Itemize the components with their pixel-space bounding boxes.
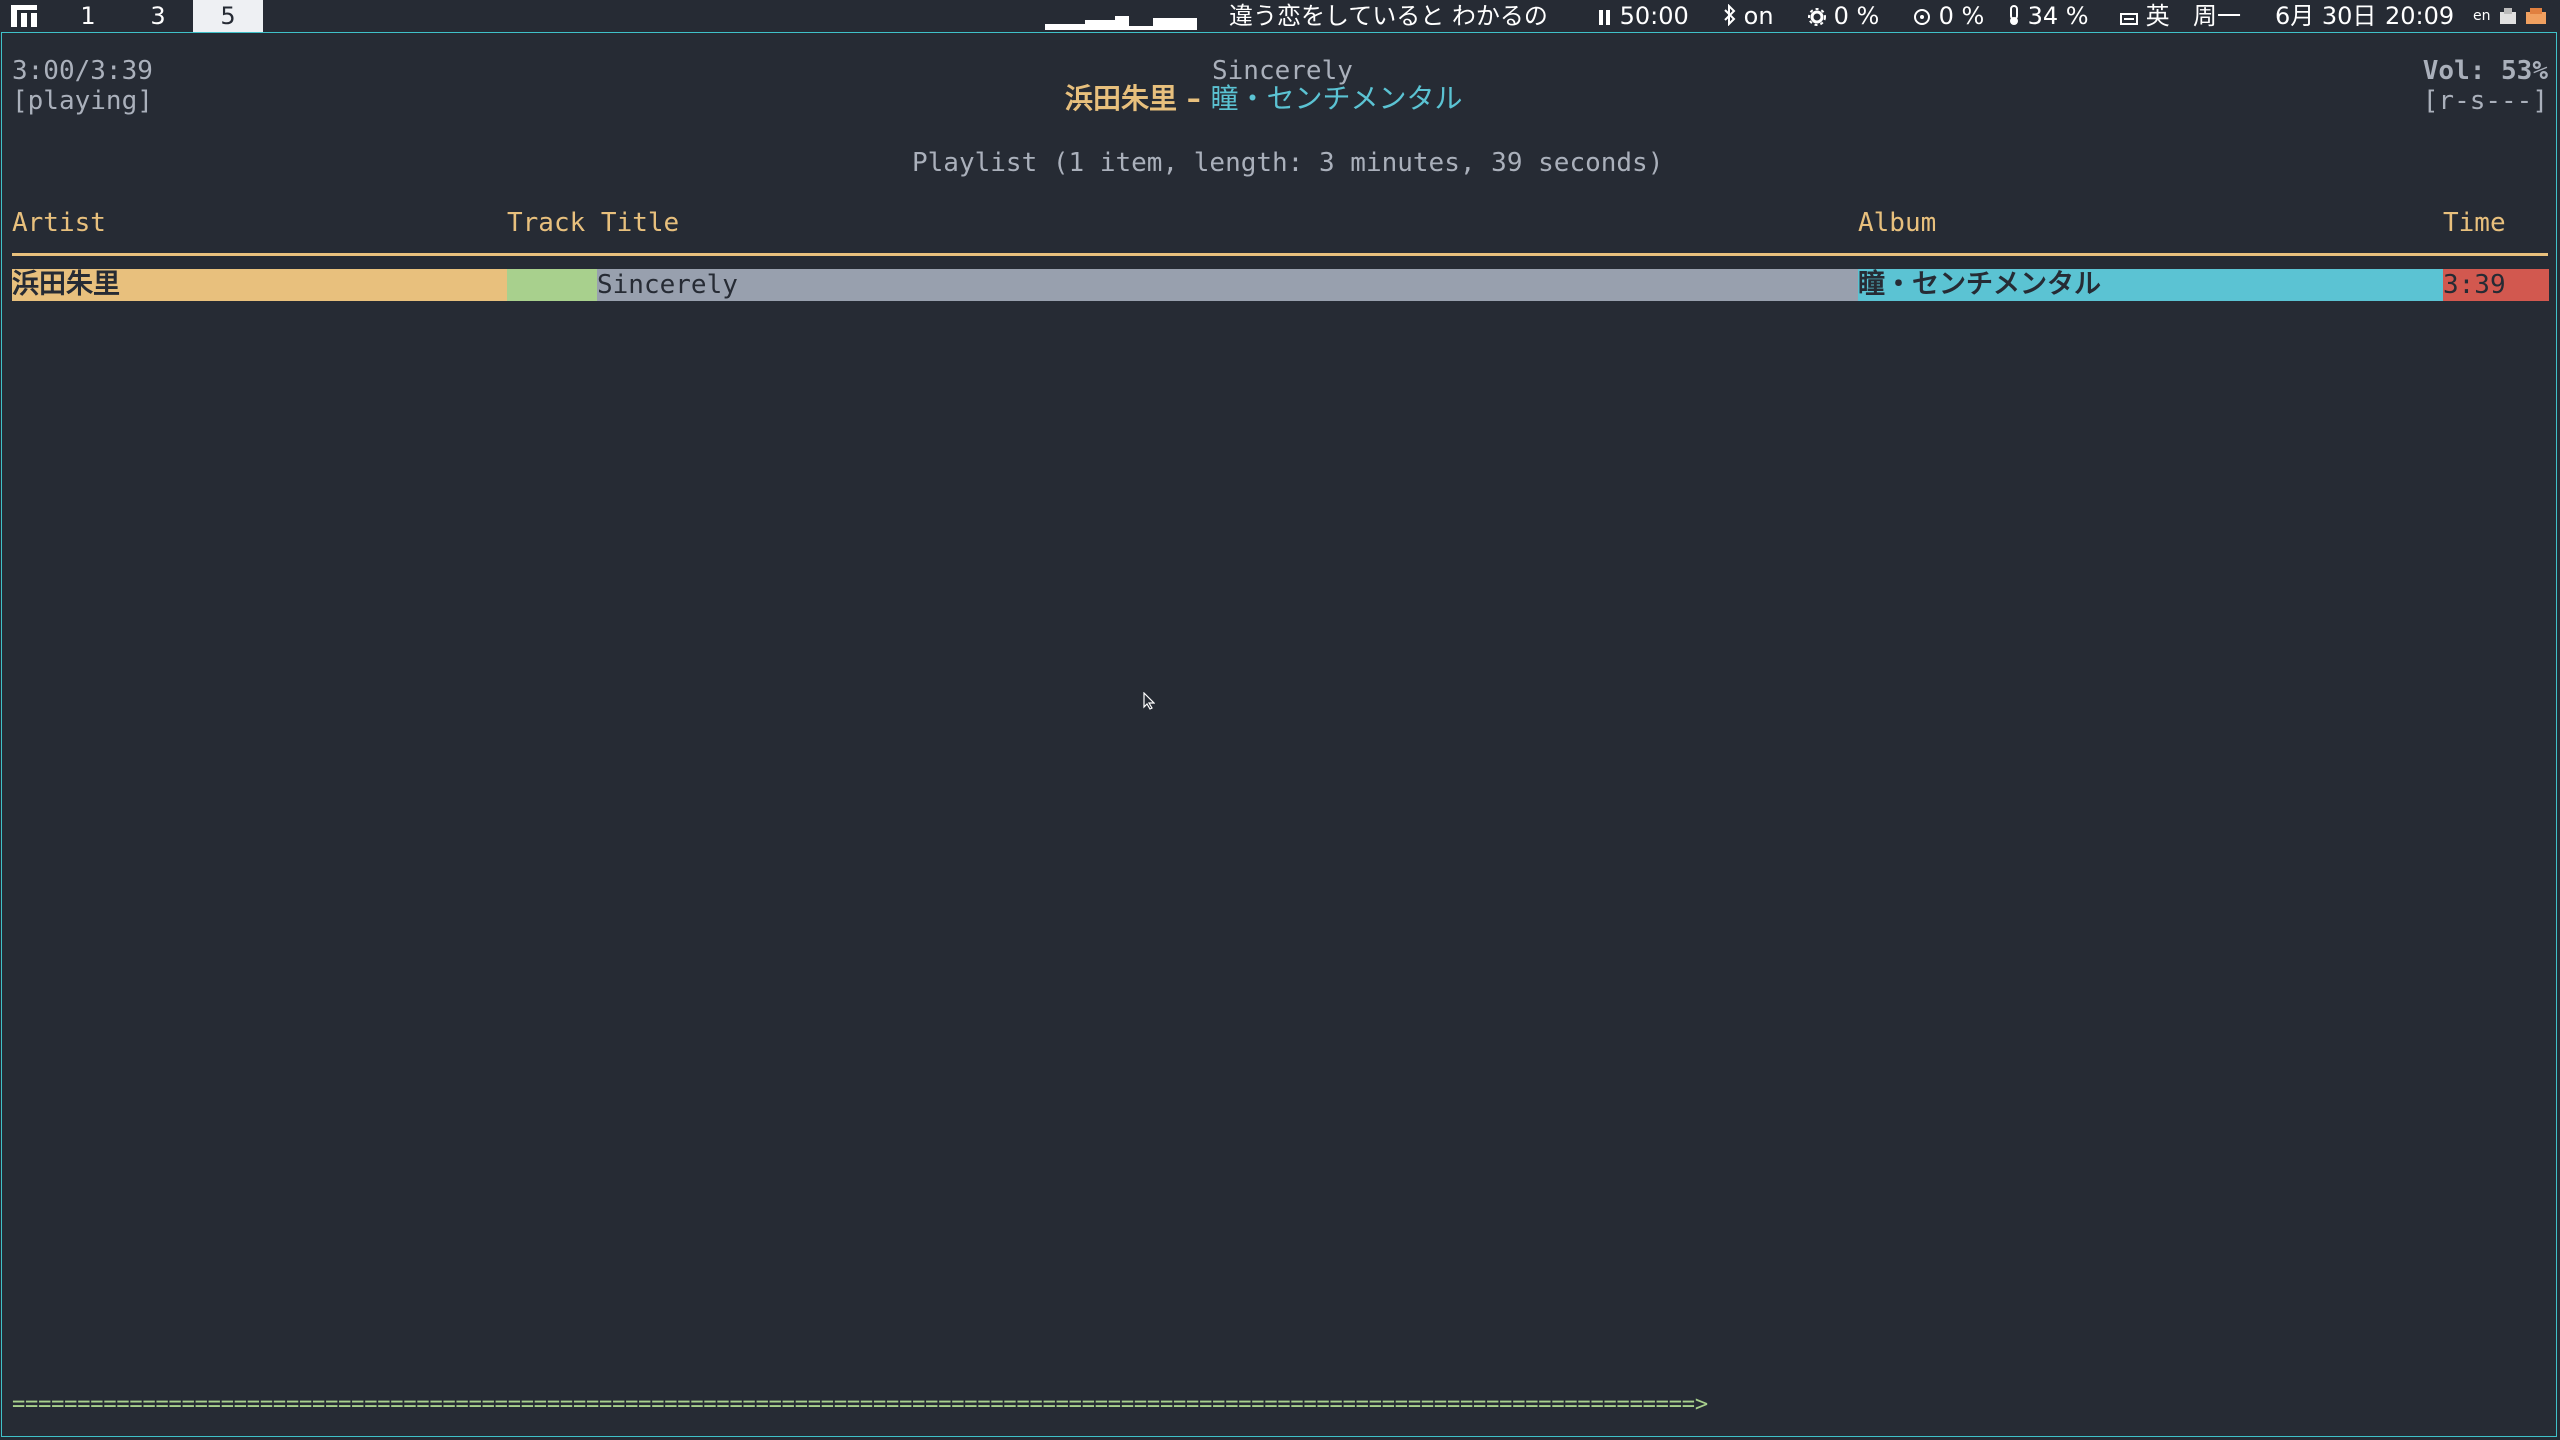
cpu-status: 0 %: [1808, 0, 1879, 32]
date[interactable]: 6月 30日: [2275, 0, 2376, 32]
weekday: 周一: [2193, 2, 2241, 30]
input-method[interactable]: 英: [2120, 0, 2170, 32]
row-artist: 浜田朱里: [12, 269, 507, 301]
column-header-artist[interactable]: Artist: [12, 207, 106, 239]
elapsed-time: 3:00/3:39: [12, 56, 153, 86]
cpu-value: 0 %: [1833, 2, 1880, 30]
status-bar: 1 3 5 違う恋をしていると わかるの 50:00 on 0 % 0 % 34…: [0, 0, 2560, 32]
tray-icon[interactable]: [2498, 6, 2518, 26]
input-method-value: 英: [2145, 2, 2170, 30]
disk-status: 0 %: [1913, 0, 1984, 32]
workspace-5[interactable]: 5: [193, 0, 263, 32]
bluetooth-icon: [1724, 3, 1736, 27]
disk-icon: [1914, 9, 1930, 25]
gear-icon: [1808, 8, 1826, 26]
now-playing-artist: 浜田朱里: [1065, 82, 1178, 115]
wm-logo-icon[interactable]: [11, 5, 37, 27]
battery-value: 34 %: [2027, 2, 2089, 30]
player-flags: [r-s---]: [2422, 86, 2548, 116]
timer-value: 50:00: [1619, 2, 1689, 30]
audio-visualizer: [1045, 16, 1197, 30]
now-playing-separator: –: [1186, 82, 1201, 115]
clock[interactable]: 20:09: [2385, 0, 2454, 32]
keyboard-icon: [2120, 13, 2138, 25]
bluetooth-value: on: [1743, 2, 1774, 30]
bluetooth-status[interactable]: on: [1724, 0, 1774, 32]
row-album: 瞳・センチメンタル: [1858, 269, 2443, 301]
tray-icon[interactable]: [2524, 6, 2548, 26]
row-title-marker: [507, 269, 597, 301]
player-state: [playing]: [12, 86, 153, 116]
now-playing-line: 浜田朱里 – 瞳・センチメンタル: [1065, 83, 1463, 115]
now-playing-album: 瞳・センチメンタル: [1210, 82, 1463, 115]
column-header-time[interactable]: Time: [2443, 207, 2506, 239]
workspace-1[interactable]: 1: [53, 0, 123, 32]
thermometer-icon: [2010, 5, 2018, 25]
playlist-summary: Playlist (1 item, length: 3 minutes, 39 …: [912, 148, 1664, 178]
column-header-title[interactable]: Track Title: [507, 207, 679, 239]
column-header-album[interactable]: Album: [1858, 207, 1936, 239]
header-divider: [12, 253, 2548, 256]
workspace-3[interactable]: 3: [123, 0, 193, 32]
row-title: Sincerely: [597, 269, 1858, 301]
row-time: 3:39: [2443, 269, 2549, 301]
timer[interactable]: 50:00: [1598, 0, 1689, 32]
disk-value: 0 %: [1938, 2, 1985, 30]
now-playing-label: 違う恋をしていると わかるの: [1229, 2, 1548, 30]
volume[interactable]: Vol: 53%: [2423, 55, 2548, 87]
progress-bar[interactable]: ========================================…: [12, 1389, 1708, 1421]
battery-status: 34 %: [2008, 0, 2089, 32]
mouse-cursor-icon: [1143, 692, 1155, 710]
pause-icon: [1599, 10, 1610, 25]
locale: en: [2473, 8, 2491, 24]
terminal-window: 3:00/3:39 [playing] Sincerely 浜田朱里 – 瞳・セ…: [1, 32, 2557, 1437]
